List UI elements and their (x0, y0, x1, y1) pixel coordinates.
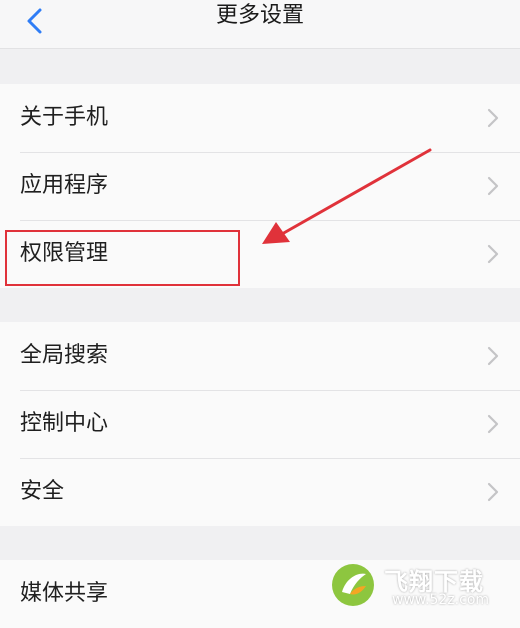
watermark: 飞翔下载 www.52z.com (330, 560, 510, 612)
watermark-logo-icon (332, 564, 374, 606)
watermark-url: www.52z.com (392, 592, 490, 608)
annotation-arrow-icon (262, 148, 432, 244)
